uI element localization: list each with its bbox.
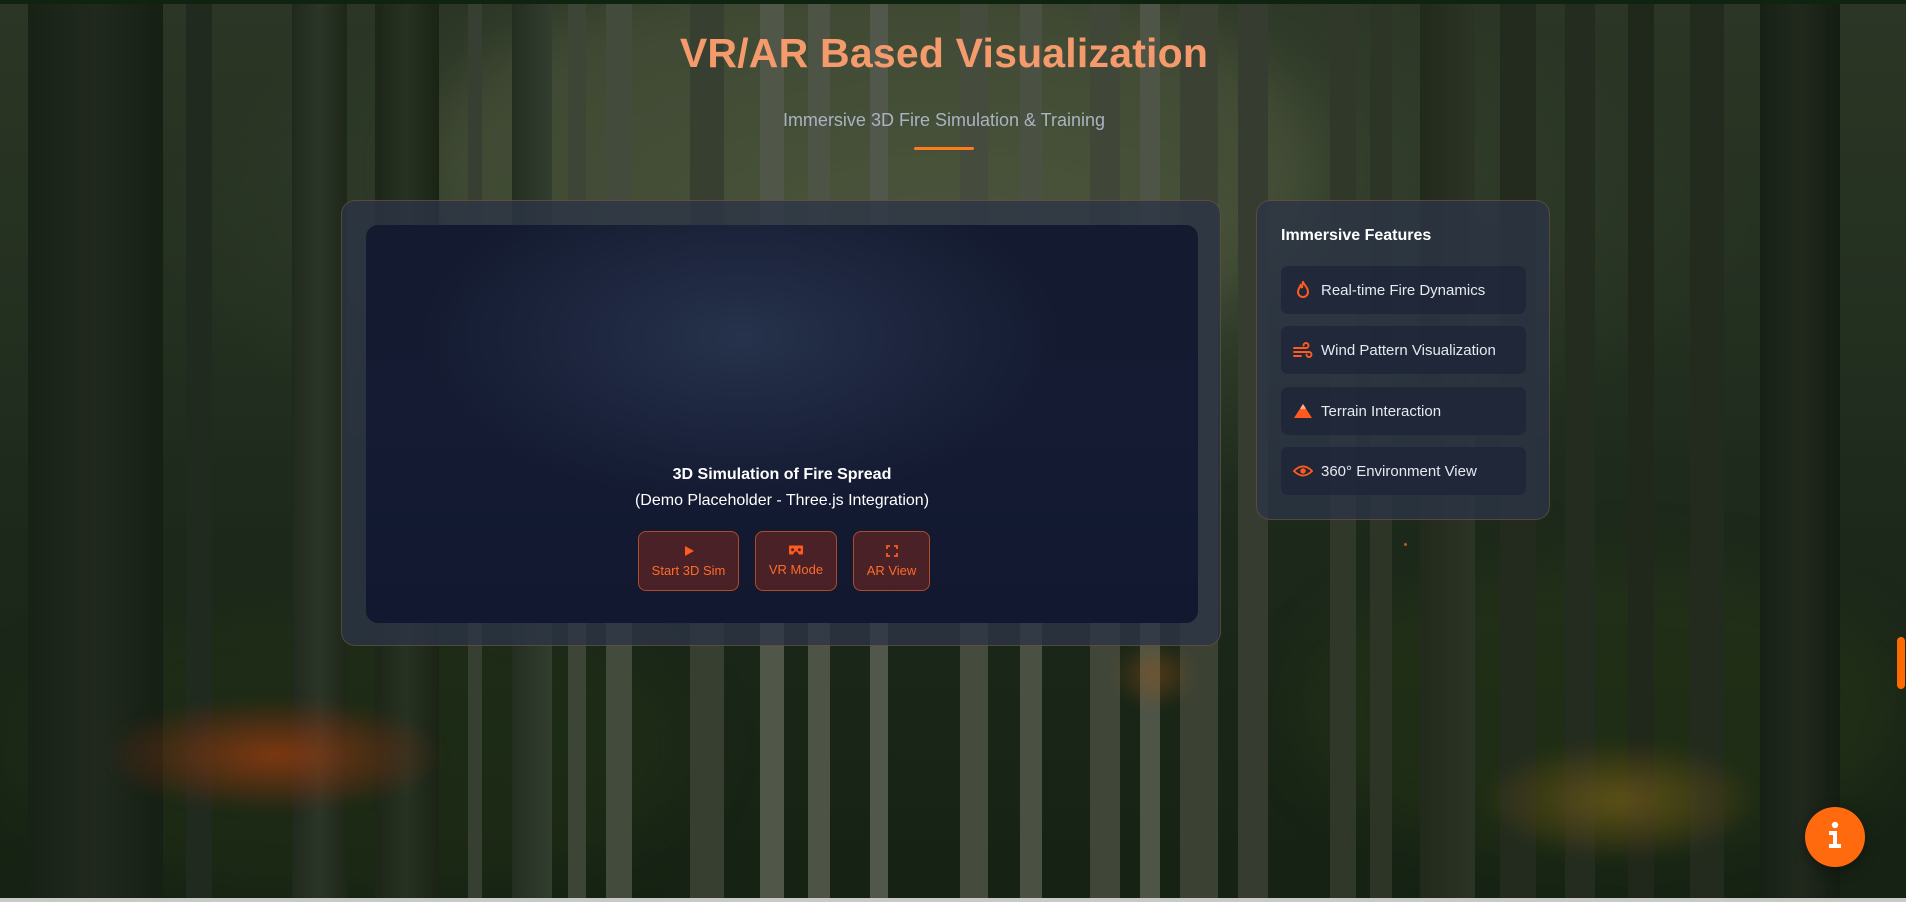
info-button[interactable] <box>1805 807 1865 867</box>
simulation-panel: 3D Simulation of Fire Spread (Demo Place… <box>341 200 1221 646</box>
feature-label: 360° Environment View <box>1321 462 1477 480</box>
feature-label: Terrain Interaction <box>1321 402 1442 420</box>
scrollbar[interactable] <box>1896 0 1906 902</box>
start-3d-sim-label: Start 3D Sim <box>651 562 726 578</box>
mountain-icon <box>1293 403 1313 419</box>
play-icon <box>683 545 695 557</box>
feature-real-time-fire-dynamics[interactable]: Real-time Fire Dynamics <box>1281 266 1526 314</box>
wind-icon <box>1293 342 1313 358</box>
ar-view-label: AR View <box>866 562 917 578</box>
title-underline <box>914 147 974 150</box>
vr-mode-label: VR Mode <box>768 562 824 577</box>
eye-icon <box>1293 464 1313 478</box>
scrollbar-thumb[interactable] <box>1897 637 1905 689</box>
simulation-title: 3D Simulation of Fire Spread <box>672 466 892 483</box>
feature-wind-pattern-visualization[interactable]: Wind Pattern Visualization <box>1281 326 1526 374</box>
bottom-edge <box>0 898 1906 902</box>
simulation-subtitle: (Demo Placeholder - Three.js Integration… <box>634 492 930 509</box>
features-panel: Immersive Features Real-time Fire Dynami… <box>1256 200 1550 520</box>
feature-terrain-interaction[interactable]: Terrain Interaction <box>1281 387 1526 435</box>
feature-label: Wind Pattern Visualization <box>1321 341 1496 359</box>
simulation-canvas[interactable]: 3D Simulation of Fire Spread (Demo Place… <box>366 225 1198 623</box>
vr-mode-button[interactable]: VR Mode <box>755 531 837 591</box>
fire-icon <box>1293 281 1313 299</box>
page-title: VR/AR Based Visualization <box>679 30 1209 76</box>
features-title: Immersive Features <box>1281 227 1432 244</box>
page-subtitle: Immersive 3D Fire Simulation & Training <box>782 110 1106 130</box>
feature-360-environment-view[interactable]: 360° Environment View <box>1281 447 1526 495</box>
info-icon <box>1826 821 1844 854</box>
feature-label: Real-time Fire Dynamics <box>1321 281 1486 299</box>
top-edge <box>0 0 1906 4</box>
ar-view-button[interactable]: AR View <box>853 531 930 591</box>
start-3d-sim-button[interactable]: Start 3D Sim <box>638 531 739 591</box>
vr-headset-icon <box>788 545 804 556</box>
expand-icon <box>885 544 898 557</box>
